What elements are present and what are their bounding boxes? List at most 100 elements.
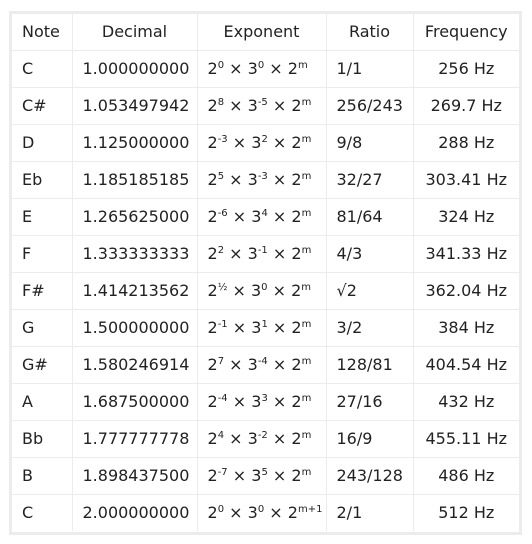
header-decimal: Decimal (72, 14, 198, 51)
exponent-octave: m (301, 208, 312, 219)
table-row: D 1.125000000 2-3 × 32 × 2m 9/8 288 Hz (12, 124, 519, 162)
ratio-cell: 16/9 (326, 420, 414, 458)
times-sign: × (267, 355, 292, 374)
base-two: 2 (207, 503, 218, 522)
header-ratio: Ratio (326, 14, 414, 51)
base-two: 2 (207, 355, 218, 374)
times-sign: × (224, 59, 248, 78)
times-sign: × (227, 133, 252, 152)
frequency-cell: 455.11 Hz (413, 420, 519, 458)
note-cell: G (12, 309, 73, 347)
exponent-two: -1 (217, 319, 228, 330)
base-three: 3 (247, 170, 258, 189)
exponent-cell: 25 × 3-3 × 2m (197, 161, 327, 199)
ratio-cell: 256/243 (326, 87, 414, 125)
base-two-octave: 2 (291, 133, 302, 152)
times-sign: × (227, 392, 252, 411)
times-sign: × (227, 281, 251, 300)
table-row: Eb 1.185185185 25 × 3-3 × 2m 32/27 303.41 Hz (12, 161, 519, 199)
frequency-cell: 512 Hz (438, 503, 495, 522)
ratio-cell: 1/1 (326, 50, 414, 88)
exponent-octave: m (301, 430, 312, 441)
base-two: 2 (207, 392, 218, 411)
exponent-two: -3 (217, 134, 228, 145)
times-sign: × (224, 355, 248, 374)
times-sign: × (227, 318, 252, 337)
base-two: 2 (207, 207, 218, 226)
exponent-cell: 2-3 × 32 × 2m (197, 124, 327, 162)
exponent-octave: m (297, 60, 308, 71)
times-sign: × (267, 96, 292, 115)
exponent-cell: 2-7 × 35 × 2m (197, 457, 327, 495)
base-two-octave: 2 (291, 170, 302, 189)
table-row: G# 1.580246914 27 × 3-4 × 2m 128/81 404.54 H… (12, 346, 519, 384)
ratio-cell: 243/128 (326, 457, 414, 495)
base-two-octave: 2 (291, 207, 302, 226)
base-three: 3 (247, 96, 258, 115)
base-two-octave: 2 (287, 59, 298, 78)
table-row: B 1.898437500 2-7 × 35 × 2m 243/128 486 Hz (12, 457, 519, 495)
exponent-three: -4 (257, 356, 268, 367)
times-sign: × (267, 466, 292, 485)
ratio-cell: 4/3 (326, 235, 414, 273)
base-two: 2 (207, 170, 218, 189)
base-two: 2 (207, 429, 218, 448)
exponent-two: -7 (217, 467, 228, 478)
exponent-cell: 27 × 3-4 × 2m (197, 346, 327, 384)
frequency-cell: 288 Hz (413, 124, 519, 162)
table-row: F 1.333333333 22 × 3-1 × 2m 4/3 341.33 Hz (12, 235, 519, 273)
frequency-cell: 432 Hz (413, 383, 519, 421)
times-sign: × (264, 59, 288, 78)
table-row: C# 1.053497942 28 × 3-5 × 2m 256/243 269.7 H… (12, 87, 519, 125)
base-two: 2 (207, 59, 218, 78)
exponent-three: -3 (257, 171, 268, 182)
decimal-cell: 1.580246914 (72, 346, 198, 384)
decimal-cell: 1.265625000 (72, 198, 198, 236)
times-sign: × (224, 503, 248, 522)
times-sign: × (267, 281, 292, 300)
exponent-cell: 2-4 × 33 × 2m (197, 383, 327, 421)
decimal-cell: 1.000000000 (72, 50, 198, 88)
times-sign: × (224, 170, 248, 189)
exponent-cell: 2½ × 30 × 2m (197, 272, 327, 310)
note-cell: C (12, 494, 73, 531)
ratio-cell: 3/2 (326, 309, 414, 347)
decimal-cell: 1.053497942 (72, 87, 198, 125)
times-sign: × (267, 392, 292, 411)
base-two-octave: 2 (291, 244, 302, 263)
exponent-octave: m (301, 245, 312, 256)
base-three: 3 (247, 429, 258, 448)
times-sign: × (224, 96, 248, 115)
exponent-three: -5 (257, 97, 268, 108)
exponent-two: -4 (217, 393, 228, 404)
base-three: 3 (251, 133, 262, 152)
ratio-cell: 32/27 (326, 161, 414, 199)
base-two-octave: 2 (287, 503, 298, 522)
exponent-cell: 2-6 × 34 × 2m (197, 198, 327, 236)
note-cell: Eb (12, 161, 73, 199)
ratio-cell: 27/16 (326, 383, 414, 421)
tuning-table-frame: Note Decimal Exponent Ratio Frequency C1… (9, 11, 522, 535)
exponent-octave: m (301, 467, 312, 478)
note-cell: F (12, 235, 73, 273)
frequency-cell: 269.7 Hz (413, 87, 519, 125)
base-two: 2 (207, 96, 218, 115)
exponent-octave: m (301, 393, 312, 404)
frequency-cell: 324 Hz (413, 198, 519, 236)
times-sign: × (227, 207, 252, 226)
base-two-octave: 2 (291, 392, 302, 411)
times-sign: × (267, 207, 292, 226)
base-two-octave: 2 (291, 318, 302, 337)
frequency-cell: 256 Hz (413, 50, 519, 88)
decimal-cell: 1.125000000 (72, 124, 198, 162)
header-frequency: Frequency (413, 14, 519, 51)
exponent-octave: m+1 (297, 504, 323, 515)
decimal-cell: 2.000000000 (72, 494, 198, 531)
note-cell: E (12, 198, 73, 236)
decimal-cell: 1.898437500 (72, 457, 198, 495)
times-sign: × (227, 466, 252, 485)
exponent-cell: 22 × 3-1 × 2m (197, 235, 327, 273)
times-sign: × (267, 170, 292, 189)
exponent-cell: 20 × 30 × 2m (197, 50, 327, 88)
header-row: Note Decimal Exponent Ratio Frequency (12, 14, 519, 51)
